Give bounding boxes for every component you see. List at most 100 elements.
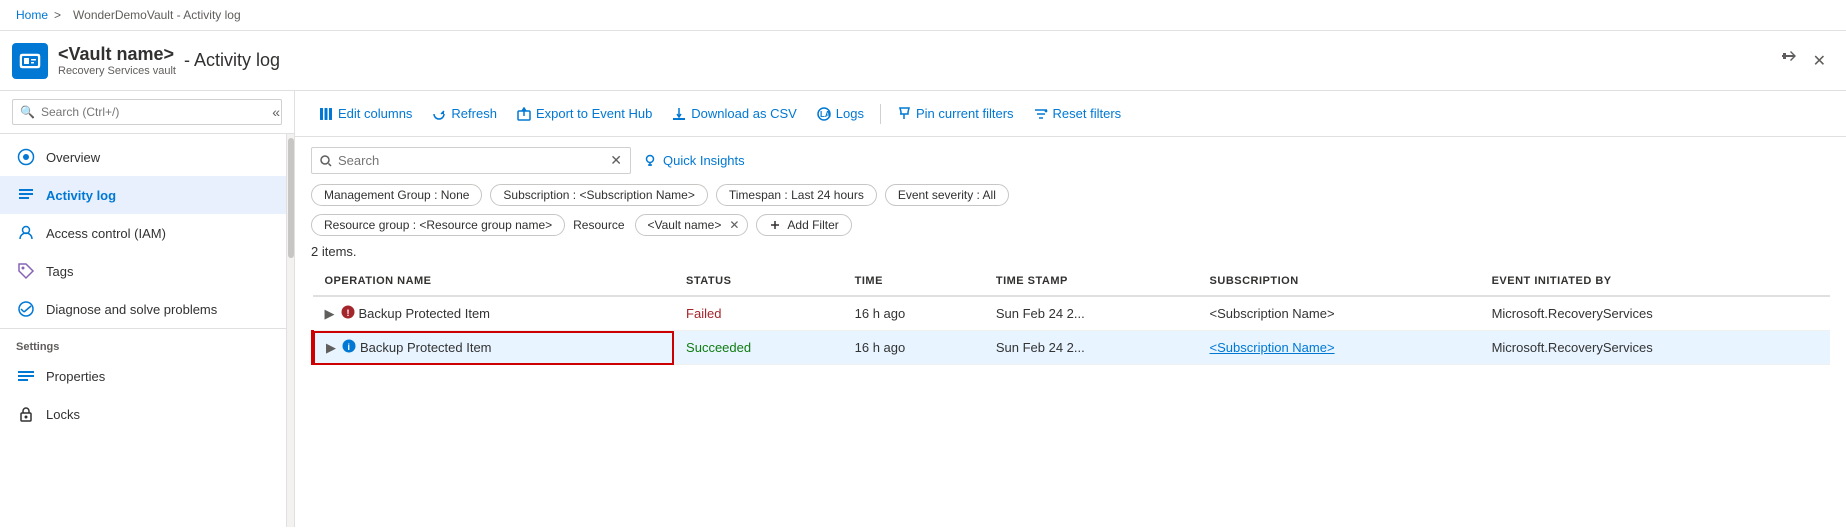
resource-filter: Resource <Vault name> ✕ xyxy=(573,214,748,236)
subscription-filter-label: Subscription : <Subscription Name> xyxy=(503,188,694,202)
row2-status-text: Succeeded xyxy=(686,340,751,355)
row2-expand-icon[interactable]: ▶ xyxy=(326,340,336,356)
table-row[interactable]: ▶ i Backup Protected Item xyxy=(313,331,1831,365)
row2-subscription: <Subscription Name> xyxy=(1198,331,1480,365)
reset-filters-button[interactable]: Reset filters xyxy=(1026,101,1130,126)
sidebar-item-overview-label: Overview xyxy=(46,150,100,165)
quick-insights-button[interactable]: Quick Insights xyxy=(643,153,745,168)
sidebar-search-input[interactable] xyxy=(12,99,282,125)
sidebar-item-overview[interactable]: Overview xyxy=(0,138,286,176)
content-area: Edit columns Refresh Export to Event Hub xyxy=(295,91,1846,527)
col-timestamp: TIME STAMP xyxy=(984,267,1198,296)
sidebar-collapse-button[interactable]: « xyxy=(272,104,280,120)
col-time: TIME xyxy=(843,267,984,296)
edit-columns-button[interactable]: Edit columns xyxy=(311,101,420,126)
event-severity-filter[interactable]: Event severity : All xyxy=(885,184,1009,206)
sidebar-item-access-control[interactable]: Access control (IAM) xyxy=(0,214,286,252)
row2-operation-name: ▶ i Backup Protected Item xyxy=(313,331,675,365)
vault-info: <Vault name> Recovery Services vault xyxy=(58,44,176,77)
resource-group-filter[interactable]: Resource group : <Resource group name> xyxy=(311,214,565,236)
sidebar-item-locks[interactable]: Locks xyxy=(0,395,286,433)
main-layout: 🔍 « Overview xyxy=(0,91,1846,527)
sidebar-item-properties-label: Properties xyxy=(46,369,105,384)
resource-tag-remove[interactable]: ✕ xyxy=(729,218,739,232)
event-severity-filter-label: Event severity : All xyxy=(898,188,996,202)
row2-info-icon: i xyxy=(342,339,356,356)
table-body: ▶ ! Backup Protected Item xyxy=(313,296,1831,365)
col-operation-name: OPERATION NAME xyxy=(313,267,675,296)
breadcrumb-vault: WonderDemoVault - Activity log xyxy=(73,8,241,22)
pin-filters-button[interactable]: Pin current filters xyxy=(889,101,1022,126)
management-group-filter-label: Management Group : None xyxy=(324,188,469,202)
vault-subtitle: Recovery Services vault xyxy=(58,65,176,77)
vault-icon xyxy=(12,43,48,79)
edit-columns-label: Edit columns xyxy=(338,106,412,121)
row2-subscription-link[interactable]: <Subscription Name> xyxy=(1210,340,1335,355)
table-row[interactable]: ▶ ! Backup Protected Item xyxy=(313,296,1831,331)
refresh-label: Refresh xyxy=(451,106,497,121)
row1-event-initiated: Microsoft.RecoveryServices xyxy=(1480,296,1830,331)
row1-status-text: Failed xyxy=(686,306,721,321)
filter-tags-row1: Management Group : None Subscription : <… xyxy=(311,184,1830,206)
breadcrumb-separator: > xyxy=(54,8,61,22)
breadcrumb-home[interactable]: Home xyxy=(16,8,48,22)
locks-icon xyxy=(16,404,36,424)
resource-filter-label: Resource xyxy=(573,218,624,232)
quick-insights-label: Quick Insights xyxy=(663,153,745,168)
sidebar: 🔍 « Overview xyxy=(0,91,295,527)
row1-timestamp: Sun Feb 24 2... xyxy=(984,296,1198,331)
breadcrumb: Home > WonderDemoVault - Activity log xyxy=(0,0,1846,31)
page-title: - Activity log xyxy=(184,50,280,71)
items-count: 2 items. xyxy=(311,244,1830,259)
svg-text:!: ! xyxy=(346,308,349,318)
refresh-button[interactable]: Refresh xyxy=(424,101,505,126)
sidebar-search-container: 🔍 « xyxy=(0,91,294,134)
subscription-filter[interactable]: Subscription : <Subscription Name> xyxy=(490,184,707,206)
add-filter-button[interactable]: Add Filter xyxy=(756,214,851,236)
sidebar-item-activity-log[interactable]: Activity log xyxy=(0,176,286,214)
row1-status: Failed xyxy=(674,296,843,331)
diagnose-icon xyxy=(16,299,36,319)
reset-filters-label: Reset filters xyxy=(1053,106,1122,121)
search-clear-button[interactable]: ✕ xyxy=(610,152,622,169)
resource-tag-value: <Vault name> xyxy=(648,218,722,232)
row1-operation-name: ▶ ! Backup Protected Item xyxy=(313,296,675,331)
row2-time: 16 h ago xyxy=(843,331,984,365)
sidebar-item-locks-label: Locks xyxy=(46,407,80,422)
col-subscription: SUBSCRIPTION xyxy=(1198,267,1480,296)
management-group-filter[interactable]: Management Group : None xyxy=(311,184,482,206)
sidebar-item-diagnose-label: Diagnose and solve problems xyxy=(46,302,217,317)
col-status: STATUS xyxy=(674,267,843,296)
sidebar-item-tags-label: Tags xyxy=(46,264,73,279)
search-input[interactable] xyxy=(338,153,610,168)
search-row: ✕ Quick Insights xyxy=(311,147,1830,174)
svg-text:LA: LA xyxy=(820,110,831,119)
toolbar: Edit columns Refresh Export to Event Hub xyxy=(295,91,1846,137)
sidebar-search-icon: 🔍 xyxy=(20,105,35,119)
timespan-filter[interactable]: Timespan : Last 24 hours xyxy=(716,184,877,206)
logs-button[interactable]: LA Logs xyxy=(809,101,872,126)
sidebar-item-tags[interactable]: Tags xyxy=(0,252,286,290)
data-table: OPERATION NAME STATUS TIME TIME STAMP SU… xyxy=(311,267,1830,365)
row1-expand-icon[interactable]: ▶ xyxy=(325,306,335,322)
download-csv-label: Download as CSV xyxy=(691,106,797,121)
sidebar-item-access-control-label: Access control (IAM) xyxy=(46,226,166,241)
download-csv-button[interactable]: Download as CSV xyxy=(664,101,805,126)
timespan-filter-label: Timespan : Last 24 hours xyxy=(729,188,864,202)
overview-icon xyxy=(16,147,36,167)
search-box: ✕ xyxy=(311,147,631,174)
vault-name: <Vault name> xyxy=(58,44,176,65)
sidebar-item-properties[interactable]: Properties xyxy=(0,357,286,395)
pin-button[interactable] xyxy=(1777,46,1801,75)
row2-timestamp: Sun Feb 24 2... xyxy=(984,331,1198,365)
sidebar-item-diagnose[interactable]: Diagnose and solve problems xyxy=(0,290,286,328)
filter-tags-row2: Resource group : <Resource group name> R… xyxy=(311,214,1830,236)
export-event-hub-button[interactable]: Export to Event Hub xyxy=(509,101,660,126)
toolbar-separator xyxy=(880,104,881,124)
settings-section-header: Settings xyxy=(0,329,286,357)
row1-error-icon: ! xyxy=(341,305,355,322)
close-button[interactable]: ✕ xyxy=(1809,47,1830,75)
row1-time: 16 h ago xyxy=(843,296,984,331)
row2-operation-name-text: Backup Protected Item xyxy=(360,340,492,355)
activity-log-icon xyxy=(16,185,36,205)
